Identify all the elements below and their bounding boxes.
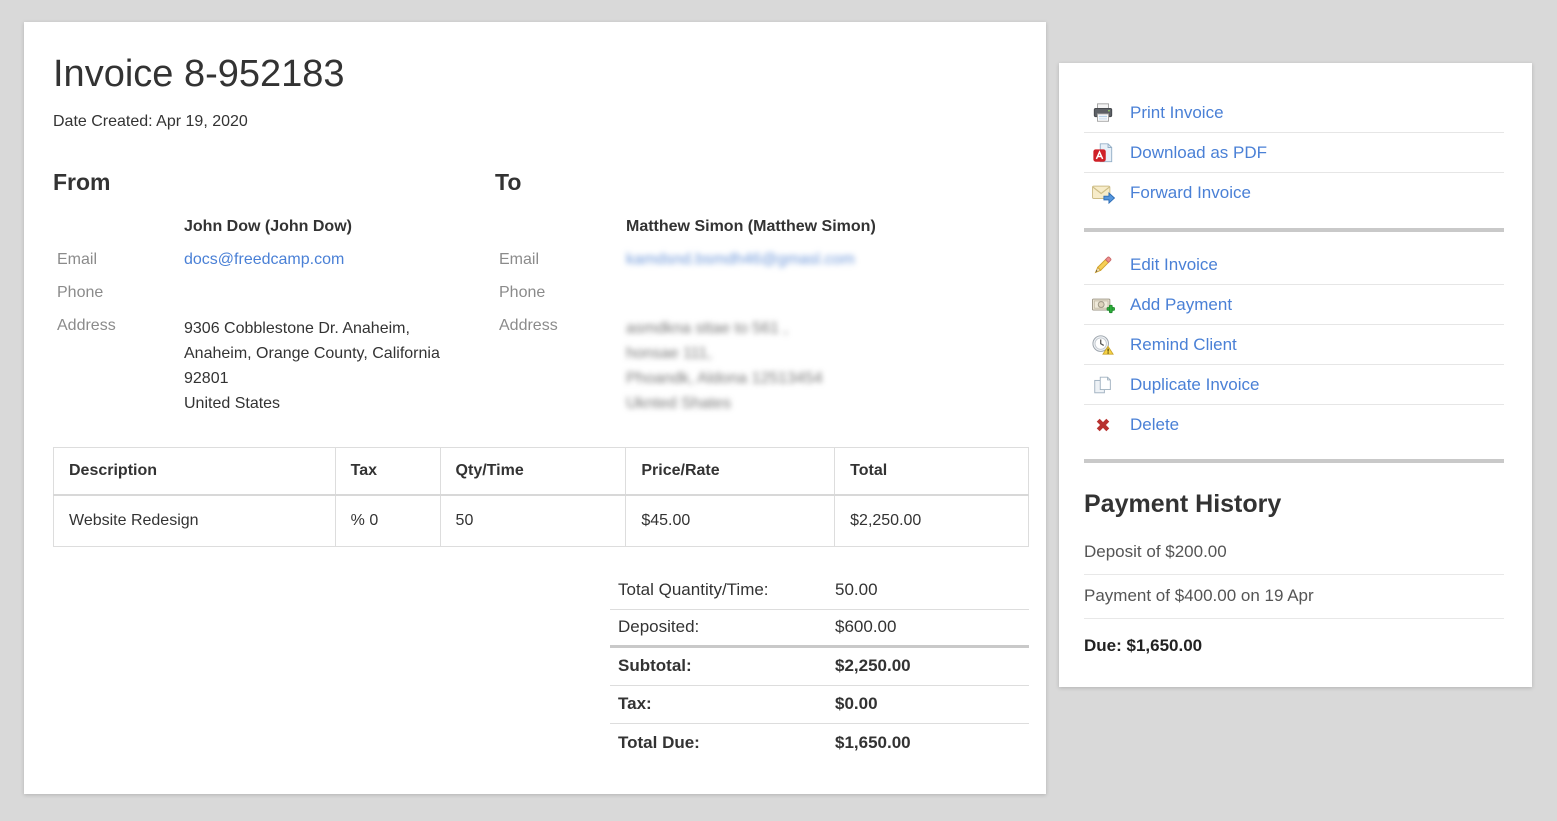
to-name-label [495,217,626,237]
header-tax: Tax [335,447,440,495]
to-section: To Matthew Simon (Matthew Simon) Email k… [495,169,1029,416]
parties-section: From John Dow (John Dow) Email docs@free… [53,169,1029,416]
tax-value: $0.00 [835,694,878,714]
subtotal-value: $2,250.00 [835,656,911,676]
header-qty-time: Qty/Time [440,447,626,495]
payment-history-entry: Deposit of $200.00 [1084,531,1504,575]
to-heading: To [495,169,1029,196]
invoice-panel: Invoice 8-952183 Date Created: Apr 19, 2… [24,22,1046,794]
total-due-row: Total Due: $1,650.00 [610,724,1029,762]
add-payment-label[interactable]: Add Payment [1130,295,1232,315]
total-quantity-value: 50.00 [835,580,878,600]
to-details: Matthew Simon (Matthew Simon) Email kamd… [495,217,1029,416]
total-quantity-label: Total Quantity/Time: [618,580,835,600]
print-invoice-label[interactable]: Print Invoice [1130,103,1224,123]
from-address-label: Address [53,316,184,416]
from-address-line: Anaheim, Orange County, California [184,341,495,366]
subtotal-row: Subtotal: $2,250.00 [610,648,1029,686]
to-address-blurred: asmdkna sttae to 561 , honsae 111, Phoan… [626,316,1029,416]
from-details: John Dow (John Dow) Email docs@freedcamp… [53,217,495,416]
deposited-row: Deposited: $600.00 [610,610,1029,648]
duplicate-invoice-button[interactable]: Duplicate Invoice [1084,365,1504,405]
to-name: Matthew Simon (Matthew Simon) [626,217,1029,237]
from-address-line: United States [184,391,495,416]
delete-label[interactable]: Delete [1130,415,1179,435]
delete-x-icon [1091,415,1115,435]
remind-client-button[interactable]: Remind Client [1084,325,1504,365]
envelope-forward-icon [1091,182,1115,204]
due-amount: Due: $1,650.00 [1084,636,1504,656]
total-due-label: Total Due: [618,733,835,753]
print-invoice-button[interactable]: Print Invoice [1084,93,1504,133]
pdf-icon [1091,142,1115,164]
group-separator [1084,459,1504,463]
add-payment-button[interactable]: Add Payment [1084,285,1504,325]
from-name: John Dow (John Dow) [184,217,495,237]
deposited-value: $600.00 [835,617,896,637]
edit-invoice-label[interactable]: Edit Invoice [1130,255,1218,275]
header-price-rate: Price/Rate [626,447,835,495]
from-phone-label: Phone [53,283,184,303]
duplicate-icon [1091,374,1115,396]
cell-tax: % 0 [335,495,440,546]
from-email-link[interactable]: docs@freedcamp.com [184,251,344,268]
duplicate-invoice-label[interactable]: Duplicate Invoice [1130,375,1259,395]
group-separator [1084,228,1504,232]
to-address-line-blurred: Phoandk, Aldona 12513454 [626,366,1029,391]
cell-description: Website Redesign [54,495,336,546]
to-email-blurred: kamdsnd.bsmdh46@gmasl.com [626,251,855,268]
remind-client-label[interactable]: Remind Client [1130,335,1237,355]
edit-invoice-button[interactable]: Edit Invoice [1084,245,1504,285]
from-section: From John Dow (John Dow) Email docs@free… [53,169,495,416]
from-phone-value [184,283,495,303]
totals-section: Total Quantity/Time: 50.00 Deposited: $6… [610,572,1029,762]
pencil-icon [1091,254,1115,276]
to-address-label: Address [495,316,626,416]
table-row: Website Redesign % 0 50 $45.00 $2,250.00 [54,495,1029,546]
total-due-value: $1,650.00 [835,733,911,753]
from-address-line: 9306 Cobblestone Dr. Anaheim, [184,316,495,341]
from-heading: From [53,169,495,196]
to-email-label: Email [495,250,626,270]
to-phone-label: Phone [495,283,626,303]
header-description: Description [54,447,336,495]
delete-button[interactable]: Delete [1084,405,1504,445]
forward-invoice-button[interactable]: Forward Invoice [1084,173,1504,213]
from-address-line: 92801 [184,366,495,391]
page-title: Invoice 8-952183 [53,52,1029,98]
to-address-line-blurred: Uknted Shates [626,391,1029,416]
to-address-line-blurred: honsae 111, [626,341,1029,366]
header-total: Total [835,447,1029,495]
actions-panel: Print Invoice Download as PDF Forward In… [1059,63,1532,687]
from-name-label [53,217,184,237]
items-table: Description Tax Qty/Time Price/Rate Tota… [53,447,1029,547]
to-phone-value [626,283,1029,303]
tax-label: Tax: [618,694,835,714]
subtotal-label: Subtotal: [618,656,835,676]
tax-row: Tax: $0.00 [610,686,1029,724]
payment-history-entry: Payment of $400.00 on 19 Apr [1084,575,1504,619]
cell-total: $2,250.00 [835,495,1029,546]
from-email-label: Email [53,250,184,270]
download-pdf-button[interactable]: Download as PDF [1084,133,1504,173]
to-address-line-blurred: asmdkna sttae to 561 , [626,316,1029,341]
payment-history-heading: Payment History [1084,490,1504,519]
from-address: 9306 Cobblestone Dr. Anaheim, Anaheim, O… [184,316,495,416]
date-created: Date Created: Apr 19, 2020 [53,113,1029,131]
total-quantity-row: Total Quantity/Time: 50.00 [610,572,1029,610]
cell-price-rate: $45.00 [626,495,835,546]
deposited-label: Deposited: [618,617,835,637]
download-pdf-label[interactable]: Download as PDF [1130,143,1267,163]
forward-invoice-label[interactable]: Forward Invoice [1130,183,1251,203]
remind-clock-icon [1091,334,1115,356]
printer-icon [1091,102,1115,124]
cell-qty-time: 50 [440,495,626,546]
items-table-header-row: Description Tax Qty/Time Price/Rate Tota… [54,447,1029,495]
add-payment-icon [1091,294,1115,316]
